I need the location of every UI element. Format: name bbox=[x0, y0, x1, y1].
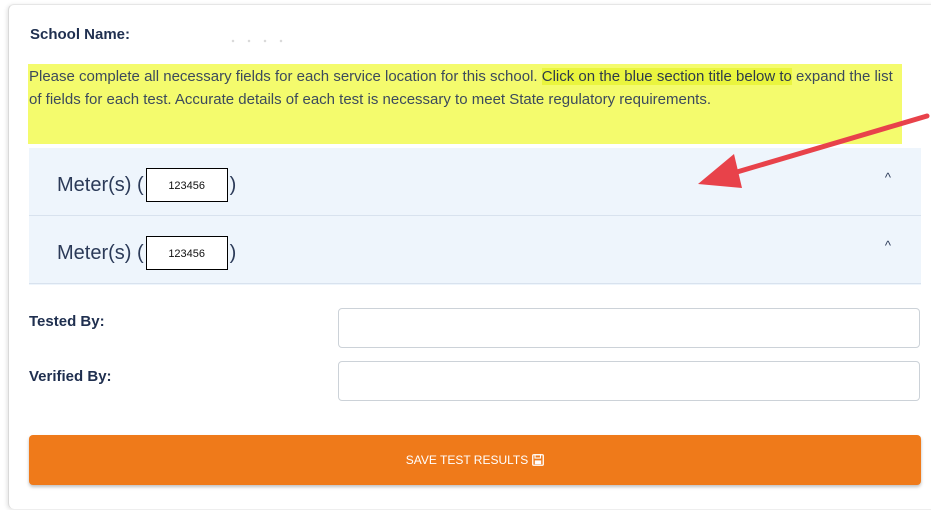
instructions-text-highlight: Click on the blue section title below to bbox=[541, 68, 792, 85]
tested-by-input[interactable] bbox=[338, 308, 920, 348]
school-name-value bbox=[225, 38, 285, 44]
annotation-arrow-icon bbox=[698, 113, 930, 188]
meter-section-header-2[interactable]: Meter(s) ( 123456 ) ^ bbox=[29, 216, 921, 284]
meter-section-title-2[interactable]: Meter(s) ( 123456 ) bbox=[57, 236, 236, 270]
chevron-up-icon[interactable]: ^ bbox=[885, 238, 891, 253]
floppy-disk-icon bbox=[532, 454, 545, 466]
meter-section-prefix-2: Meter(s) ( bbox=[57, 241, 144, 264]
tested-by-label: Tested By: bbox=[29, 313, 105, 330]
verified-by-label: Verified By: bbox=[29, 368, 112, 385]
school-name-label: School Name: bbox=[30, 26, 131, 43]
meter-section-title-1[interactable]: Meter(s) ( 123456 ) bbox=[57, 168, 236, 202]
meter-section-suffix-2: ) bbox=[229, 241, 237, 264]
meter-section-suffix-1: ) bbox=[229, 173, 237, 196]
verified-by-input[interactable] bbox=[338, 361, 920, 401]
meter-number-1: 123456 bbox=[145, 168, 228, 202]
meter-section-prefix-1: Meter(s) ( bbox=[57, 173, 144, 196]
meter-number-2: 123456 bbox=[145, 236, 228, 270]
instructions-text: Please complete all necessary fields for… bbox=[29, 66, 909, 111]
instructions-text-plain: Please complete all necessary fields for… bbox=[29, 68, 542, 85]
save-button-label: SAVE TEST RESULTS bbox=[405, 453, 529, 467]
save-test-results-button[interactable]: SAVE TEST RESULTS bbox=[29, 435, 921, 485]
